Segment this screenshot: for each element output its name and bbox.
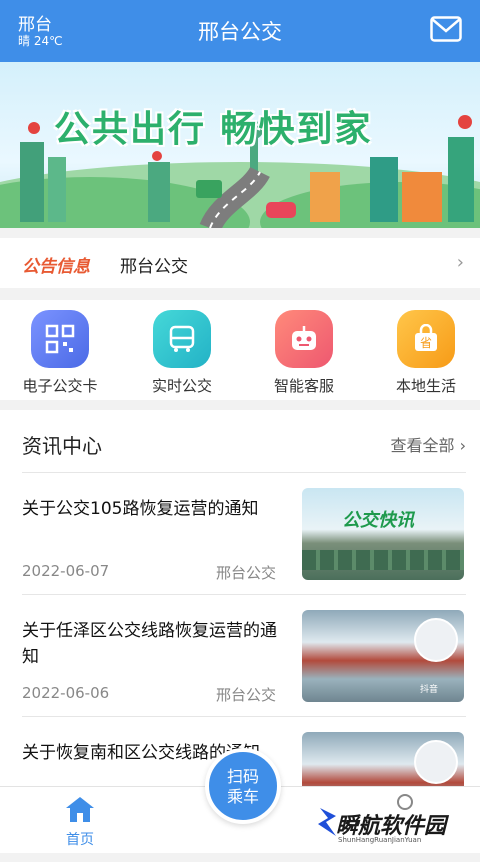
notice-text[interactable]: 邢台公交 [120, 252, 188, 277]
notice-tag: 公告信息 [22, 257, 90, 277]
promo-banner[interactable]: 公共出行 畅快到家 [0, 62, 480, 228]
quick-label: 电子公交卡 [22, 377, 98, 395]
news-item[interactable]: 关于任泽区公交线路恢复运营的通知 2022-06-06 邢台公交 抖音 [0, 610, 480, 740]
news-item-source: 邢台公交 [216, 564, 277, 582]
tab-label: 首页 [66, 832, 94, 848]
quick-label: 本地生活 [395, 377, 456, 395]
thumbnail-caption: 公交快讯 [342, 510, 414, 531]
svg-text:省: 省 [420, 336, 432, 350]
divider [22, 472, 466, 473]
section-title: 资讯中心 [22, 434, 102, 458]
quick-actions: 电子公交卡 实时公交 智能客服 省 本地生活 [0, 300, 480, 400]
chevron-right-icon[interactable]: › [457, 252, 464, 273]
news-item-source: 邢台公交 [216, 686, 277, 704]
quick-item-local-life[interactable]: 省 本地生活 [366, 310, 480, 396]
news-item-title: 关于任泽区公交线路恢复运营的通知 [22, 621, 277, 667]
bus-icon [153, 310, 211, 368]
scan-ride-label: 扫码 乘车 [226, 767, 259, 806]
watermark-subtext: ShunHangRuanJianYuan [338, 836, 422, 844]
tab-home[interactable]: 首页 [50, 795, 110, 849]
qr-card-icon [31, 310, 89, 368]
qr-code-icon [414, 618, 458, 662]
news-item-date: 2022-06-06 [22, 684, 110, 702]
divider [22, 716, 466, 717]
quick-item-realtime-bus[interactable]: 实时公交 [122, 310, 242, 396]
header-bar: 邢台 晴 24℃ 邢台公交 [0, 0, 480, 62]
qr-code-icon [414, 740, 458, 784]
quick-label: 智能客服 [273, 377, 334, 395]
news-thumbnail: 公交快讯 [302, 488, 464, 580]
banner-slogan: 公共出行 畅快到家 [54, 109, 373, 150]
news-section: 资讯中心 查看全部 › 关于公交105路恢复运营的通知 2022-06-07 邢… [0, 410, 480, 824]
shopping-bag-icon: 省 [397, 310, 455, 368]
news-thumbnail: 抖音 [302, 610, 464, 702]
scan-ride-button[interactable]: 扫码 乘车 [205, 748, 281, 824]
quick-item-ecard[interactable]: 电子公交卡 [0, 310, 120, 396]
news-item-date: 2022-06-07 [22, 562, 110, 580]
mail-icon[interactable] [430, 16, 462, 42]
news-item-title: 关于公交105路恢复运营的通知 [22, 499, 259, 519]
bus-fleet-graphic [302, 550, 464, 570]
watermark: 瞬航软件园 ShunHangRuanJianYuan [316, 802, 476, 848]
robot-icon [275, 310, 333, 368]
divider [22, 594, 466, 595]
page-title: 邢台公交 [198, 20, 282, 44]
quick-item-service[interactable]: 智能客服 [244, 310, 364, 396]
home-icon [66, 797, 94, 822]
view-all-link[interactable]: 查看全部 › [391, 432, 467, 456]
notice-bar[interactable]: 公告信息 邢台公交 › [0, 238, 480, 288]
thumbnail-caption: 抖音 [420, 685, 439, 695]
news-item[interactable]: 关于公交105路恢复运营的通知 2022-06-07 邢台公交 公交快讯 [0, 488, 480, 618]
quick-label: 实时公交 [151, 377, 212, 395]
